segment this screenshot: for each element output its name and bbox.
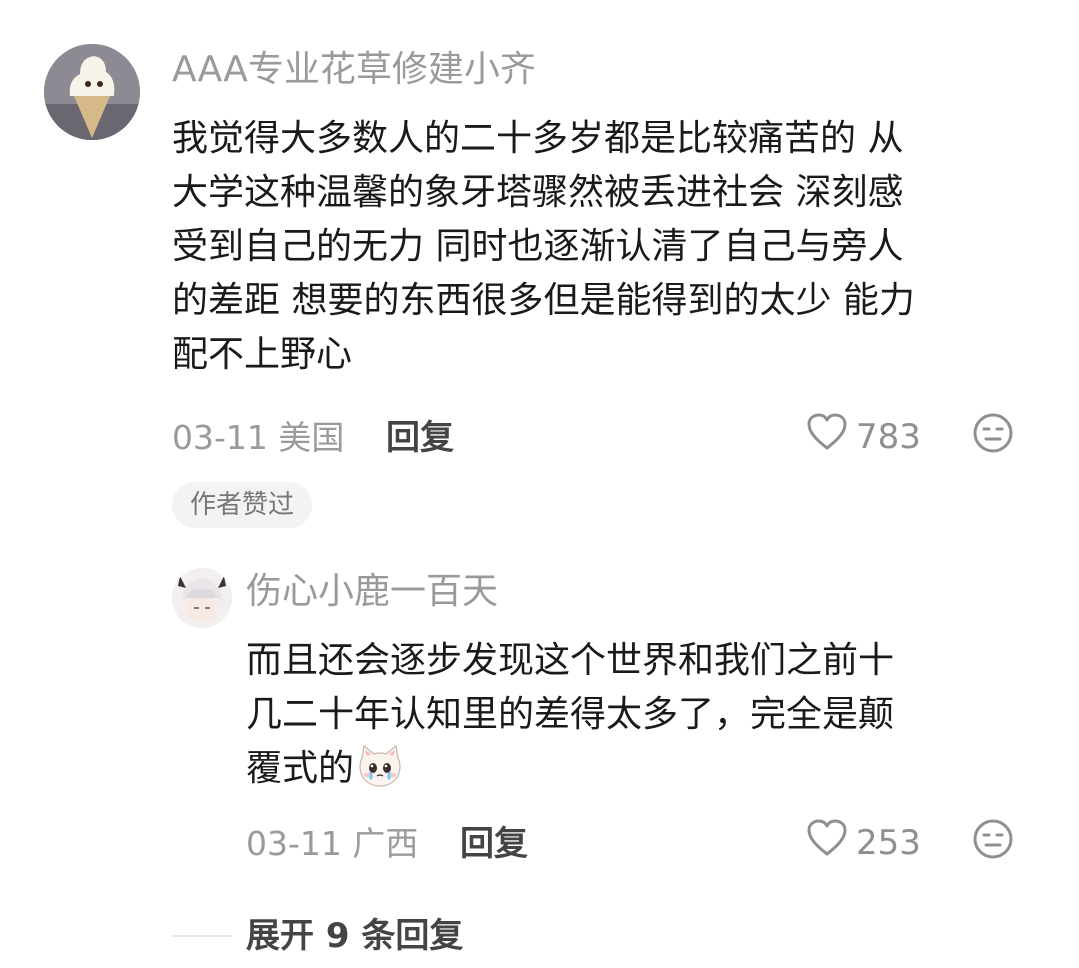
- expand-replies-button[interactable]: 展开 9 条回复: [246, 916, 463, 956]
- neutral-face-icon[interactable]: [972, 412, 1014, 458]
- heart-outline-icon: [806, 818, 848, 867]
- commenter-username[interactable]: AAA专业花草修建小齐: [172, 48, 536, 92]
- comment-line: 我觉得大多数人的二十多岁都是比较痛苦的 从: [172, 118, 904, 159]
- commenter-avatar[interactable]: [44, 44, 140, 140]
- reply-text: 而且还会逐步发现这个世界和我们之前十 几二十年认知里的差得太多了，完全是颠 覆式…: [246, 634, 1026, 804]
- reply-line: 覆式的: [246, 748, 355, 789]
- comment-like-count: 783: [856, 416, 921, 457]
- crying-cat-emoji: [356, 744, 404, 804]
- replier-avatar[interactable]: [172, 568, 232, 628]
- reply-like-count: 253: [856, 822, 921, 863]
- reply-line-with-emoji: 覆式的: [246, 742, 1026, 804]
- neutral-face-icon[interactable]: [972, 818, 1014, 864]
- reply-like-button[interactable]: 253: [806, 818, 921, 867]
- comment-line: 受到自己的无力 同时也逐渐认清了自己与旁人: [172, 226, 904, 267]
- comment-line: 大学这种温馨的象牙塔骤然被丢进社会 深刻感: [172, 172, 904, 213]
- expand-divider: [172, 935, 232, 937]
- reply-reply-button[interactable]: 回复: [460, 824, 528, 864]
- reply-line: 几二十年认知里的差得太多了，完全是颠: [246, 694, 895, 735]
- author-liked-badge: 作者赞过: [172, 482, 313, 528]
- heart-outline-icon: [806, 412, 848, 461]
- comment-like-button[interactable]: 783: [806, 412, 921, 461]
- reply-date-location: 03-11 广西: [246, 824, 419, 863]
- comment-reply-button[interactable]: 回复: [386, 418, 454, 458]
- comment-date-location: 03-11 美国: [172, 418, 345, 457]
- comment-text: 我觉得大多数人的二十多岁都是比较痛苦的 从 大学这种温馨的象牙塔骤然被丢进社会 …: [172, 112, 1042, 382]
- replier-username[interactable]: 伤心小鹿一百天: [246, 570, 498, 614]
- reply-line: 而且还会逐步发现这个世界和我们之前十: [246, 640, 895, 681]
- comment-line: 的差距 想要的东西很多但是能得到的太少 能力: [172, 280, 915, 321]
- comment-line: 配不上野心: [172, 334, 353, 375]
